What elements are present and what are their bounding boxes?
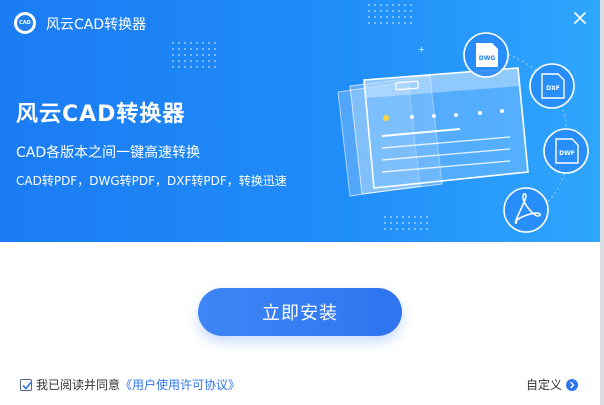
installer-window: CAD 风云CAD转换器 风云CAD转换器 CAD各版本之间一键高速转换 CAD… <box>0 0 604 405</box>
dwf-label: DWF <box>559 150 575 157</box>
license-agreement: 我已阅读并同意 《用户使用许可协议》 <box>20 376 240 393</box>
hero-title: 风云CAD转换器 <box>16 102 186 127</box>
svg-text:+: + <box>418 45 425 54</box>
agree-checkbox[interactable] <box>20 378 32 391</box>
dwf-file-icon: DWF <box>543 128 589 174</box>
hero-subtitle: CAD各版本之间一键高速转换 <box>16 145 201 161</box>
dwg-label: DWG <box>479 55 496 62</box>
window-title: 风云CAD转换器 <box>46 17 147 33</box>
agree-text: 我已阅读并同意 <box>36 378 121 392</box>
window-right-edge <box>600 0 604 405</box>
checkmark-icon <box>22 381 32 390</box>
chevron-right-icon <box>566 378 578 391</box>
dxf-label: DXF <box>546 85 560 92</box>
license-link[interactable]: 《用户使用许可协议》 <box>120 376 240 393</box>
dot-grid-left <box>172 42 216 68</box>
hero-banner: CAD 风云CAD转换器 风云CAD转换器 CAD各版本之间一键高速转换 CAD… <box>0 0 600 242</box>
dxf-file-icon: DXF <box>529 63 575 109</box>
document-illustration: + DWG DXF DWF <box>337 32 589 233</box>
app-logo-text: CAD <box>17 15 33 31</box>
dwg-file-icon: DWG <box>463 32 509 78</box>
pdf-acrobat-icon <box>503 187 549 233</box>
custom-install-button[interactable]: 自定义 <box>526 376 578 393</box>
custom-label: 自定义 <box>525 378 562 392</box>
app-logo-icon: CAD <box>14 12 36 34</box>
hero-description: CAD转PDF，DWG转PDF，DXF转PDF，转换迅速 <box>16 174 287 188</box>
document-stack-icon <box>337 67 529 197</box>
install-button[interactable]: 立即安装 <box>198 288 402 336</box>
